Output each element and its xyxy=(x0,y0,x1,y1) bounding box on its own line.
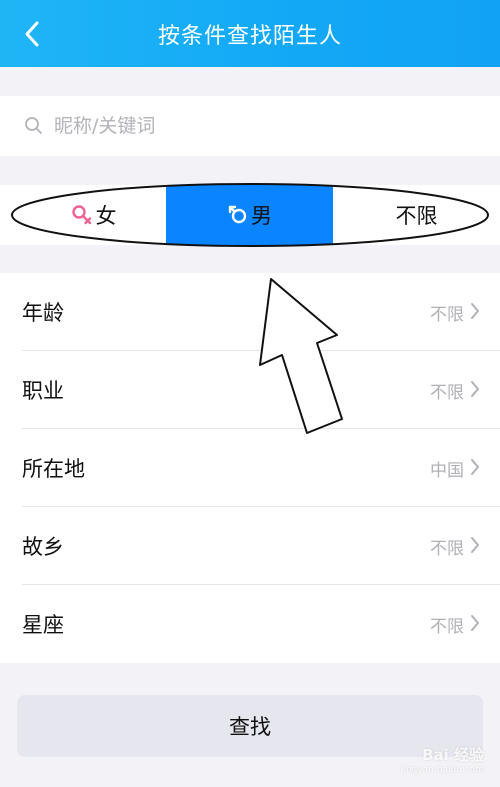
filter-value: 不限 xyxy=(430,304,464,325)
chevron-right-icon xyxy=(471,615,479,631)
watermark-text: Bai 经验 xyxy=(422,746,484,764)
filter-row-occupation[interactable]: 职业 不限 xyxy=(0,351,500,429)
female-symbol-icon xyxy=(71,205,91,225)
filter-row-constellation[interactable]: 星座 不限 xyxy=(0,585,500,663)
find-button-label: 查找 xyxy=(229,715,271,739)
filter-value: 中国 xyxy=(430,460,464,481)
search-icon xyxy=(25,117,42,134)
gender-option-female[interactable]: 女 xyxy=(20,185,166,245)
filter-list: 年龄 不限 职业 不限 所在地 中国 故乡 不限 星座 不限 xyxy=(0,273,500,663)
watermark-sub: jingyan.baidu.com xyxy=(400,765,484,775)
chevron-right-icon xyxy=(471,381,479,397)
filter-label: 故乡 xyxy=(22,535,64,559)
filter-label: 年龄 xyxy=(22,301,64,325)
filter-row-hometown[interactable]: 故乡 不限 xyxy=(0,507,500,585)
gender-option-male[interactable]: 男 xyxy=(166,185,333,245)
filter-label: 所在地 xyxy=(22,457,85,481)
gender-selector: 女 男 不限 xyxy=(0,185,500,245)
page-title: 按条件查找陌生人 xyxy=(157,23,342,49)
gender-option-any[interactable]: 不限 xyxy=(333,185,500,245)
filter-label: 职业 xyxy=(22,379,64,403)
filter-value: 不限 xyxy=(430,382,464,403)
male-symbol-icon xyxy=(228,205,247,224)
nav-header: 按条件查找陌生人 xyxy=(0,0,500,67)
chevron-right-icon xyxy=(471,459,479,475)
chevron-left-icon xyxy=(25,21,39,47)
filter-row-age[interactable]: 年龄 不限 xyxy=(0,273,500,351)
filter-value: 不限 xyxy=(430,538,464,559)
search-input[interactable] xyxy=(54,115,474,137)
gender-female-label: 女 xyxy=(95,204,117,228)
chevron-right-icon xyxy=(471,303,479,319)
gender-male-label: 男 xyxy=(251,204,272,228)
search-bar xyxy=(0,96,500,156)
filter-value: 不限 xyxy=(430,616,464,637)
filter-label: 星座 xyxy=(22,613,64,637)
filter-row-location[interactable]: 所在地 中国 xyxy=(0,429,500,507)
baidu-watermark: Bai 经验 jingyan.baidu.com xyxy=(401,744,484,775)
gender-any-label: 不限 xyxy=(395,204,438,228)
back-button[interactable] xyxy=(14,16,50,52)
chevron-right-icon xyxy=(471,537,479,553)
